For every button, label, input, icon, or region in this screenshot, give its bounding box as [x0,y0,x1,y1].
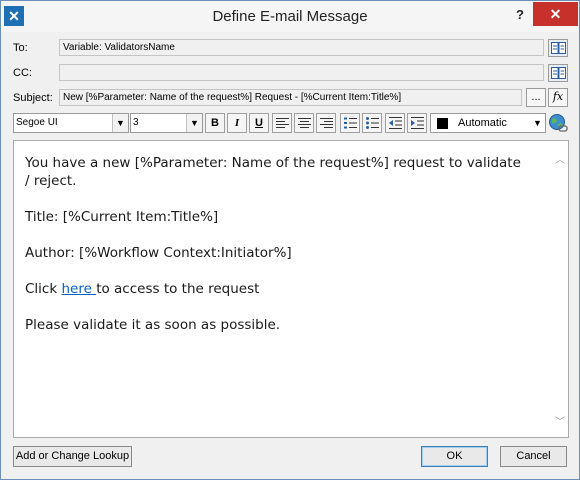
increase-indent-icon [411,117,424,129]
font-name-select[interactable]: Segoe UI ▼ [13,113,129,133]
here-link[interactable]: here [61,281,96,297]
font-size-select[interactable]: 3 ▼ [130,113,203,133]
title-bar: ✕ Define E-mail Message ? ✕ [1,1,579,32]
font-name-value: Segoe UI [16,117,58,128]
chevron-down-icon[interactable]: ▼ [530,114,545,132]
message-body-editor[interactable]: You have a new [%Parameter: Name of the … [13,140,569,438]
align-left-icon [276,118,289,128]
address-book-icon [551,42,566,54]
help-button[interactable]: ? [509,5,531,25]
font-color-value: Automatic [458,117,507,129]
body-line-validate: Please validate it as soon as possible. [25,317,281,333]
fx-lookup-button[interactable]: fx [548,88,568,107]
close-button[interactable]: ✕ [533,2,578,26]
color-swatch [437,118,448,129]
body-line-title: Title: [%Current Item:Title%] [25,209,219,225]
cc-field[interactable] [59,64,544,81]
chevron-down-icon[interactable]: ▼ [186,114,202,132]
align-right-button[interactable] [316,113,336,133]
click-suffix: to access to the request [96,281,260,297]
font-size-value: 3 [133,117,139,128]
align-right-icon [320,118,333,128]
italic-button[interactable]: I [227,113,247,133]
body-line-request: You have a new [%Parameter: Name of the … [25,155,521,189]
to-address-book-button[interactable] [548,39,568,57]
subject-label: Subject: [13,92,53,104]
numbered-list-icon [344,117,357,129]
numbered-list-button[interactable] [340,113,360,133]
add-or-change-lookup-button[interactable]: Add or Change Lookup [13,446,132,467]
define-email-dialog: ✕ Define E-mail Message ? ✕ To: Variable… [0,0,580,480]
align-center-icon [298,118,311,128]
click-prefix: Click [25,281,62,297]
decrease-indent-button[interactable] [385,113,405,133]
to-label: To: [13,42,28,54]
align-left-button[interactable] [272,113,292,133]
message-body-content: You have a new [%Parameter: Name of the … [25,154,525,352]
cancel-button[interactable]: Cancel [500,446,567,467]
cc-label: CC: [13,67,32,79]
address-book-icon [551,67,566,79]
increase-indent-button[interactable] [407,113,427,133]
vertical-scrollbar[interactable]: ︿ ﹀ [552,141,568,437]
bulleted-list-icon [366,117,379,129]
cc-address-book-button[interactable] [548,64,568,82]
align-center-button[interactable] [294,113,314,133]
body-line-author: Author: [%Workflow Context:Initiator%] [25,245,292,261]
subject-field[interactable]: New [%Parameter: Name of the request%] R… [59,89,522,106]
bulleted-list-button[interactable] [362,113,382,133]
subject-builder-button[interactable]: ... [526,88,546,107]
insert-hyperlink-button[interactable] [548,113,568,133]
dialog-title: Define E-mail Message [212,8,368,25]
decrease-indent-icon [389,117,402,129]
body-line-click: Click here to access to the request [25,280,525,298]
font-color-select[interactable]: Automatic ▼ [430,113,546,133]
globe-link-icon [549,114,568,132]
chevron-down-icon[interactable]: ▼ [112,114,128,132]
to-field[interactable]: Variable: ValidatorsName [59,39,544,56]
underline-button[interactable]: U [249,113,269,133]
ok-button[interactable]: OK [421,446,488,467]
chevron-up-icon[interactable]: ︿ [555,151,565,166]
bold-button[interactable]: B [205,113,225,133]
chevron-down-icon[interactable]: ﹀ [555,413,565,428]
